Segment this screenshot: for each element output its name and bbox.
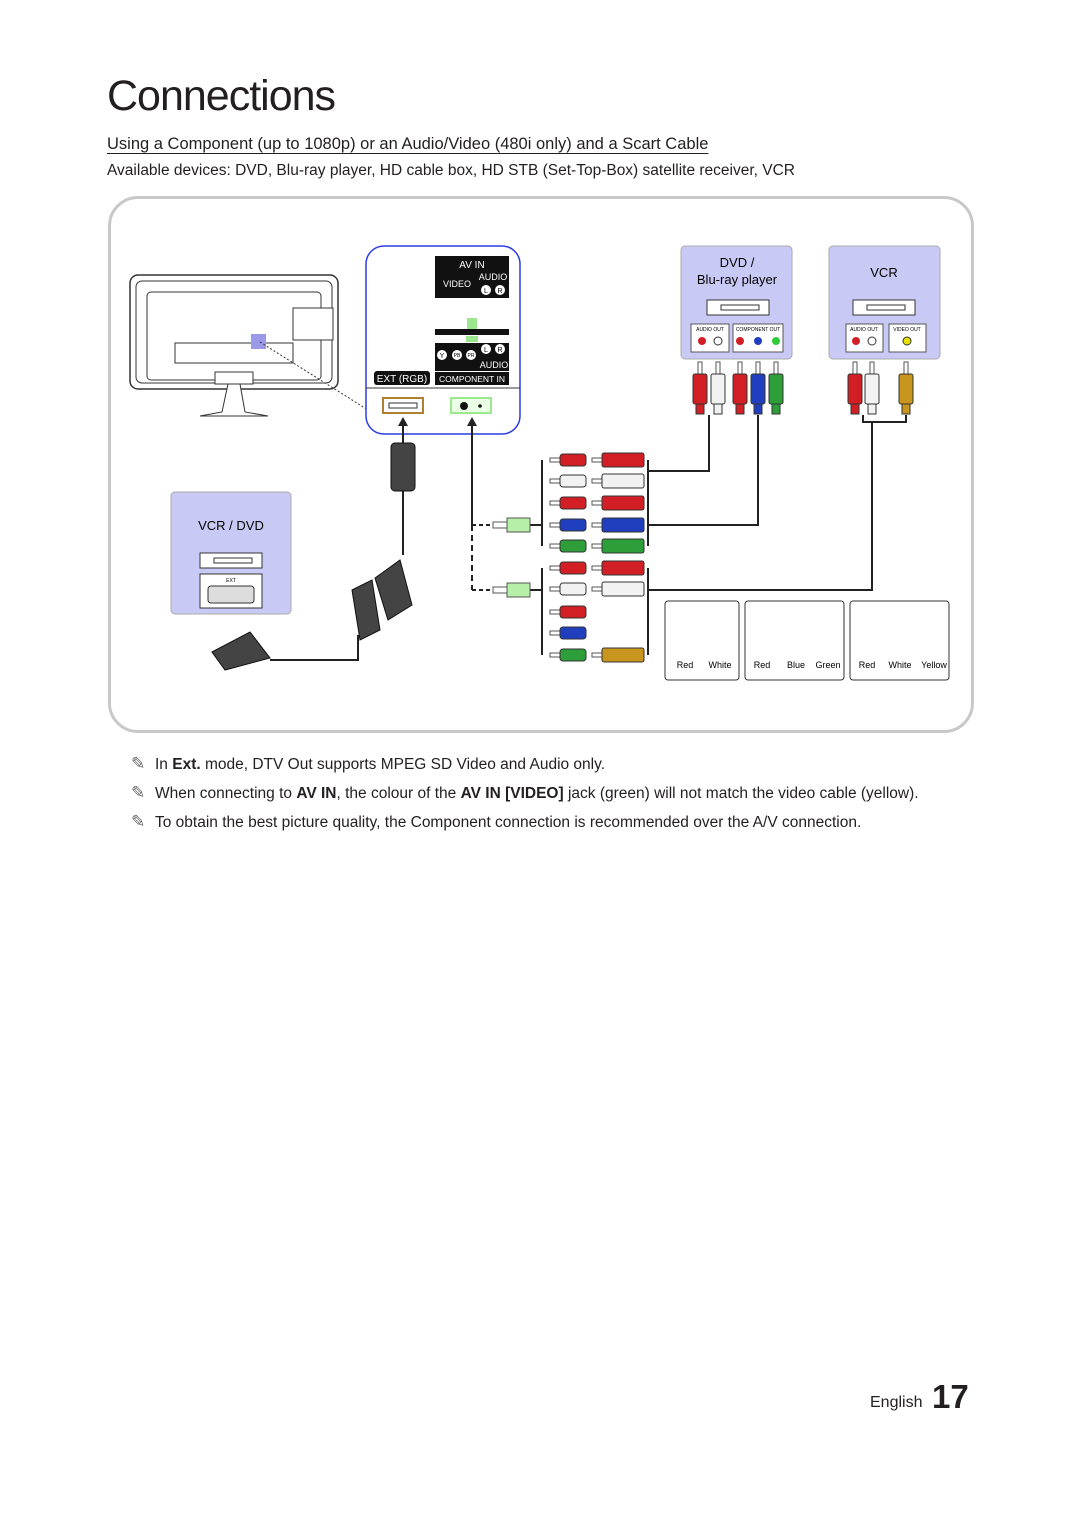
rca-plug-blue <box>591 517 645 533</box>
rca-plug-red <box>549 561 587 575</box>
rca-plug-green <box>768 361 784 415</box>
rca-plug-blue <box>549 518 587 532</box>
legend-label: Red <box>859 660 876 670</box>
rca-plug-white <box>591 473 645 489</box>
l-label: L <box>484 347 488 354</box>
dvd-bluray-box: DVD / Blu-ray player AUDIO OUT COMPONENT… <box>680 245 793 360</box>
rca-plug-yellow <box>591 647 645 663</box>
rca-plug-red <box>549 605 587 619</box>
vcr-dvd-box: VCR / DVD EXT <box>170 491 292 615</box>
rca-plug-red <box>591 560 645 576</box>
dvd-title-2: Blu-ray player <box>697 272 778 287</box>
pencil-note-icon: ✎ <box>131 783 146 802</box>
component-out-label: COMPONENT OUT <box>736 327 780 333</box>
pencil-note-icon: ✎ <box>131 812 146 831</box>
component-in-label: COMPONENT IN <box>439 374 505 384</box>
ext-label: EXT <box>226 578 236 584</box>
r-label: R <box>497 347 502 354</box>
vcr-title: VCR <box>870 265 897 280</box>
legend-label: Blue <box>787 660 805 670</box>
vcr-dvd-title: VCR / DVD <box>198 518 264 533</box>
footer-language: English <box>870 1394 923 1411</box>
pb-label: PB <box>454 353 461 359</box>
audio-label: AUDIO <box>480 360 509 370</box>
av-adapter-icons <box>492 517 531 598</box>
dvd-title: DVD / <box>720 255 755 270</box>
rca-plug-red <box>847 361 863 415</box>
page-number: 17 <box>932 1378 969 1415</box>
audio-out-label: AUDIO OUT <box>850 327 878 333</box>
legend-label: White <box>888 660 911 670</box>
note-component: ✎ To obtain the best picture quality, the… <box>131 812 862 831</box>
rca-plug-red <box>692 361 708 415</box>
rca-plug-white <box>864 361 880 415</box>
rca-plug-red <box>732 361 748 415</box>
tv-input-panel: AV IN VIDEO AUDIO L R Y PB PR L R AUDIO … <box>365 245 521 435</box>
rca-plug-white <box>549 582 587 596</box>
note-av-in: ✎ When connecting to AV IN, the colour of… <box>131 783 919 802</box>
rca-plug-red <box>549 453 587 467</box>
ext-rgb-label: EXT (RGB) <box>377 374 427 385</box>
av-in-label: AV IN <box>459 260 484 271</box>
rca-plug-red <box>549 496 587 510</box>
rca-plug-red <box>591 495 645 511</box>
rca-plug-white <box>549 474 587 488</box>
y-label: Y <box>440 353 445 360</box>
rca-plug-white <box>591 581 645 597</box>
rca-plug-green <box>591 538 645 554</box>
l-label: L <box>484 288 488 295</box>
video-label: VIDEO <box>443 279 471 289</box>
vcr-box: VCR AUDIO OUT VIDEO OUT <box>828 245 941 360</box>
rca-plug-white <box>710 361 726 415</box>
tv-icon <box>129 274 369 417</box>
rca-plug-yellow <box>898 361 914 415</box>
rca-plug-blue <box>750 361 766 415</box>
cable-color-legend: Red White Red Blue Green Red White Yellow <box>664 600 950 681</box>
rca-plug-blue <box>549 626 587 640</box>
audio-out-label: AUDIO OUT <box>696 327 724 333</box>
rca-plug-green <box>549 648 587 662</box>
note-ext-mode: ✎ In Ext. mode, DTV Out supports MPEG SD … <box>131 754 606 773</box>
legend-label: Yellow <box>921 660 947 670</box>
legend-label: Green <box>815 660 840 670</box>
r-label: R <box>497 288 502 295</box>
pencil-note-icon: ✎ <box>131 754 146 773</box>
legend-label: Red <box>754 660 771 670</box>
audio-label: AUDIO <box>479 272 508 282</box>
video-out-label: VIDEO OUT <box>893 327 921 333</box>
rca-plug-green <box>549 539 587 553</box>
legend-label: White <box>708 660 731 670</box>
legend-label: Red <box>677 660 694 670</box>
rca-plug-red <box>591 452 645 468</box>
pr-label: PR <box>468 353 475 359</box>
